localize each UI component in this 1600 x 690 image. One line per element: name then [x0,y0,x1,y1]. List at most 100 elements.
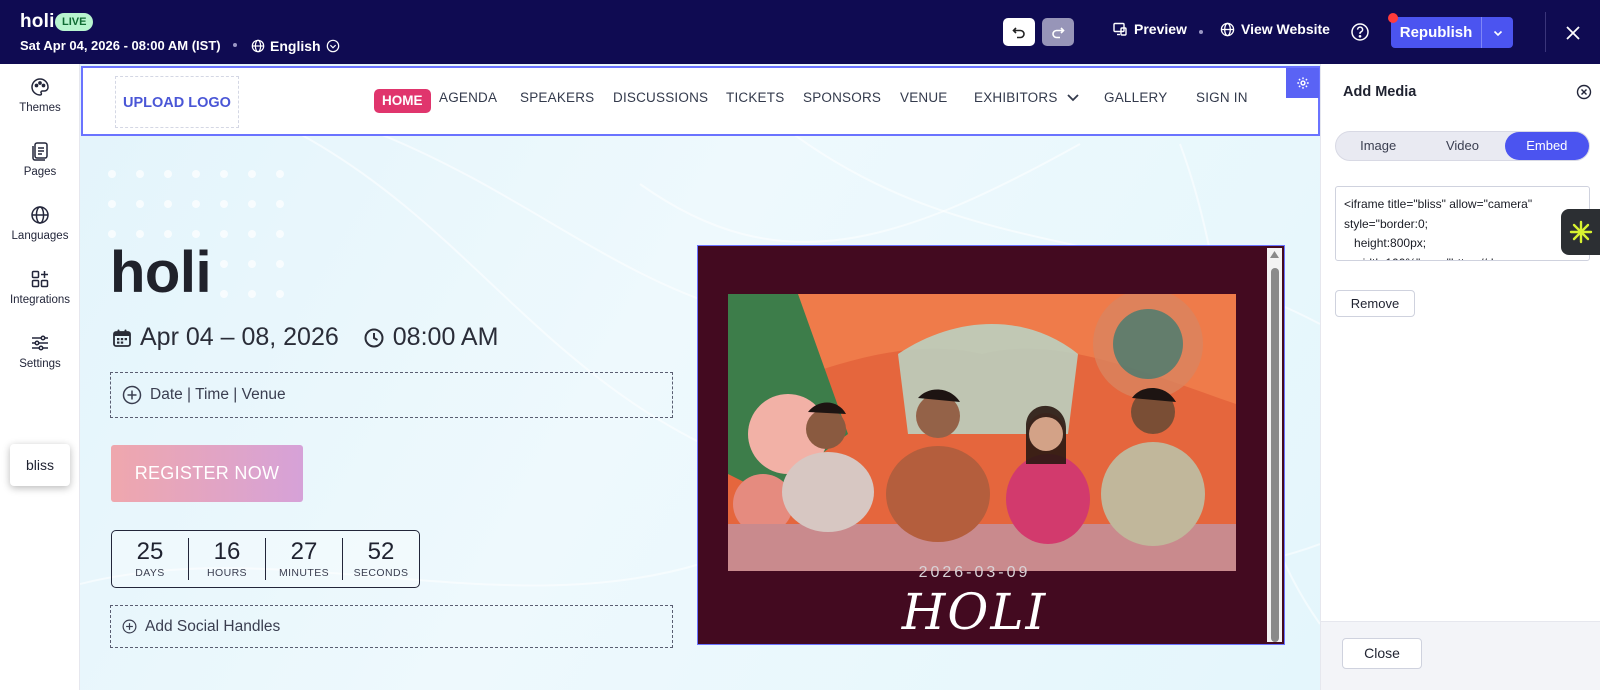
site-navigation: UPLOAD LOGO HOME AGENDA SPEAKERS DISCUSS… [81,66,1320,136]
close-circle-icon[interactable] [1576,84,1592,100]
countdown-unit: DAYS [135,567,165,579]
panel-footer: Close [1321,621,1600,690]
sidebar-item-themes[interactable]: Themes [0,74,80,130]
scroll-up-arrow-icon[interactable] [1269,250,1280,260]
separator-dot [1199,30,1203,34]
nav-link-exhibitors[interactable]: EXHIBITORS [974,90,1080,105]
sidebar-item-label: Integrations [9,294,71,306]
gear-icon [1296,77,1309,89]
tooltip: bliss [10,444,70,486]
nav-link-speakers[interactable]: SPEAKERS [520,90,594,105]
chevron-down-circle-icon [326,39,339,53]
view-website-button[interactable]: View Website [1220,21,1330,37]
sidebar-item-integrations[interactable]: Integrations [0,266,80,322]
plus-circle-icon [122,385,142,405]
upload-logo-button[interactable]: UPLOAD LOGO [115,76,239,128]
countdown-unit: MINUTES [278,567,330,579]
nav-link-home[interactable]: HOME [374,89,431,113]
preview-label: Preview [1134,21,1187,37]
chevron-down-icon [1066,93,1079,101]
integrations-icon [31,270,49,288]
view-website-label: View Website [1241,21,1330,37]
tab-image[interactable]: Image [1336,132,1420,160]
embedded-iframe[interactable]: 2026-03-09 HOLI [697,245,1285,645]
sidebar-item-label: Pages [23,166,57,178]
close-button[interactable]: Close [1342,638,1422,669]
countdown-value: 25 [136,538,164,565]
help-icon[interactable] [1350,22,1370,42]
live-badge: LIVE [55,13,94,31]
event-title: holi [20,11,55,32]
scrollbar-thumb[interactable] [1271,268,1279,642]
add-social-handles[interactable]: Add Social Handles [110,605,673,648]
nav-link-tickets[interactable]: TICKETS [726,90,784,105]
globe-icon [31,206,49,224]
embed-title: HOLI [901,583,1048,641]
language-label: English [270,38,321,54]
sidebar-item-pages[interactable]: Pages [0,138,80,194]
add-date-time-venue[interactable]: Date | Time | Venue [110,372,673,418]
hero-title: holi [110,240,212,305]
tab-embed[interactable]: Embed [1504,132,1589,160]
nav-link-discussions[interactable]: DISCUSSIONS [613,90,708,105]
redo-icon [1052,27,1065,39]
media-type-tabs: Image Video Embed [1335,131,1590,161]
separator-dot [233,43,237,47]
add-media-panel: Add Media Image Video Embed <iframe titl… [1320,64,1600,690]
preview-button[interactable]: Preview [1112,21,1187,37]
countdown-seconds: 52 SECONDS [343,538,419,580]
sparkle-icon [1569,220,1592,244]
page-canvas: UPLOAD LOGO HOME AGENDA SPEAKERS DISCUSS… [80,64,1320,690]
countdown-unit: HOURS [207,567,247,579]
calendar-icon [113,329,131,347]
section-settings-button[interactable] [1286,68,1319,98]
assistant-widget-button[interactable] [1561,209,1600,255]
countdown-unit: SECONDS [353,567,409,579]
left-sidebar: Themes Pages Languages Integrations Sett… [0,64,80,690]
nav-link-venue[interactable]: VENUE [900,90,948,105]
event-photo [728,294,1236,571]
add-details-label: Date | Time | Venue [150,386,286,403]
remove-button[interactable]: Remove [1335,290,1415,317]
countdown-value: 27 [290,538,318,565]
embed-code-textarea[interactable]: <iframe title="bliss" allow="camera" sty… [1335,186,1590,261]
republish-options-button[interactable] [1482,17,1513,48]
top-bar: holi LIVE Sat Apr 04, 2026 - 08:00 AM (I… [0,0,1600,64]
undo-button[interactable] [1003,18,1035,46]
sidebar-item-languages[interactable]: Languages [0,202,80,258]
hero-time: 08:00 AM [392,323,499,351]
language-selector[interactable]: English [251,36,340,56]
event-datetime: Sat Apr 04, 2026 - 08:00 AM (IST) [20,38,221,53]
hero-date-range: Apr 04 – 08, 2026 [140,323,339,351]
undo-icon [1012,27,1025,39]
iframe-scrollbar[interactable] [1267,248,1282,642]
divider [1545,12,1546,52]
preview-icon [1113,22,1127,36]
sliders-icon [32,335,48,351]
sidebar-item-label: Themes [19,102,61,114]
countdown-value: 16 [213,538,241,565]
nav-link-sponsors[interactable]: SPONSORS [803,90,881,105]
pages-icon [32,142,48,161]
plus-circle-icon [122,619,137,634]
nav-link-gallery[interactable]: GALLERY [1104,90,1167,105]
tab-video[interactable]: Video [1420,132,1504,160]
nav-link-sign-in[interactable]: SIGN IN [1196,90,1248,105]
clock-icon [364,328,384,347]
countdown-hours: 16 HOURS [189,538,266,580]
republish-button-group: Republish [1391,17,1513,48]
sidebar-item-label: Settings [19,358,61,370]
panel-title: Add Media [1343,84,1417,100]
countdown-value: 52 [367,538,395,565]
embed-date: 2026-03-09 [918,564,1031,581]
countdown-days: 25 DAYS [112,538,189,580]
nav-link-agenda[interactable]: AGENDA [439,90,497,105]
sidebar-item-label: Languages [11,230,69,242]
republish-button[interactable]: Republish [1391,17,1481,48]
redo-button[interactable] [1042,18,1074,46]
register-now-button[interactable]: REGISTER NOW [111,445,303,502]
nav-link-label: EXHIBITORS [974,90,1058,105]
close-icon[interactable] [1562,22,1584,44]
sidebar-item-settings[interactable]: Settings [0,330,80,386]
add-social-label: Add Social Handles [145,617,281,635]
